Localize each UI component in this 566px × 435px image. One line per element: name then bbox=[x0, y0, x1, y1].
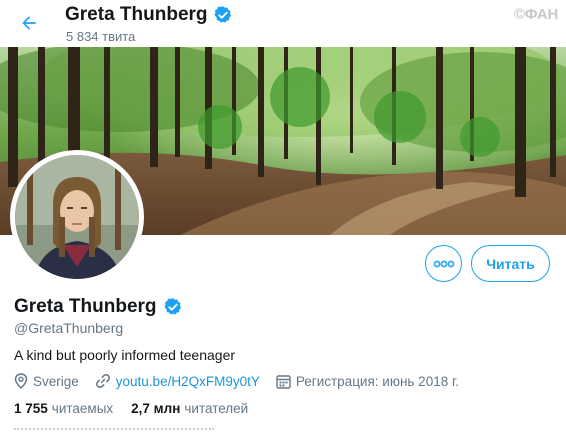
profile-bio: A kind but poorly informed teenager bbox=[14, 347, 236, 363]
profile-handle: @GretaThunberg bbox=[14, 320, 124, 336]
website-link[interactable]: youtu.be/H2QxFM9y0tY bbox=[116, 374, 260, 389]
verified-badge-icon bbox=[213, 6, 231, 23]
following-label: читаемых bbox=[51, 401, 114, 416]
arrow-left-icon bbox=[22, 16, 36, 30]
followers-stat[interactable]: 2,7 млн читателей bbox=[131, 401, 248, 416]
header-name: Greta Thunberg bbox=[65, 4, 208, 25]
more-options-button[interactable] bbox=[425, 245, 462, 282]
verified-badge-icon bbox=[163, 298, 181, 315]
location-text: Sverige bbox=[33, 373, 79, 389]
following-count: 1 755 bbox=[14, 401, 48, 416]
cropped-text-line bbox=[14, 428, 214, 435]
followers-label: читателей bbox=[184, 401, 249, 416]
profile-stats: 1 755 читаемых 2,7 млн читателей bbox=[14, 401, 248, 416]
tweet-count: 5 834 твита bbox=[66, 29, 136, 44]
watermark: ©ФАН bbox=[514, 6, 558, 23]
follow-button[interactable]: Читать bbox=[471, 245, 550, 282]
website-item: youtu.be/H2QxFM9y0tY bbox=[95, 373, 260, 389]
link-icon bbox=[95, 374, 110, 388]
back-button[interactable] bbox=[16, 10, 42, 36]
ellipsis-icon bbox=[433, 260, 454, 267]
profile-name-row: Greta Thunberg bbox=[14, 296, 183, 318]
calendar-icon bbox=[276, 374, 291, 389]
location-item: Sverige bbox=[14, 373, 79, 389]
header-title: Greta Thunberg bbox=[65, 4, 233, 26]
profile-header: Greta Thunberg 5 834 твита ©ФАН bbox=[0, 0, 566, 47]
joined-item: Регистрация: июнь 2018 г. bbox=[276, 374, 459, 389]
joined-text: Регистрация: июнь 2018 г. bbox=[295, 373, 459, 389]
profile-meta: Sverige youtu.be/H2QxFM9y0tY Регистрация… bbox=[14, 373, 475, 389]
avatar-photo bbox=[15, 155, 139, 279]
profile-name: Greta Thunberg bbox=[14, 296, 157, 317]
avatar[interactable] bbox=[10, 150, 144, 284]
location-pin-icon bbox=[14, 373, 28, 389]
followers-count: 2,7 млн bbox=[131, 401, 181, 416]
following-stat[interactable]: 1 755 читаемых bbox=[14, 401, 113, 416]
